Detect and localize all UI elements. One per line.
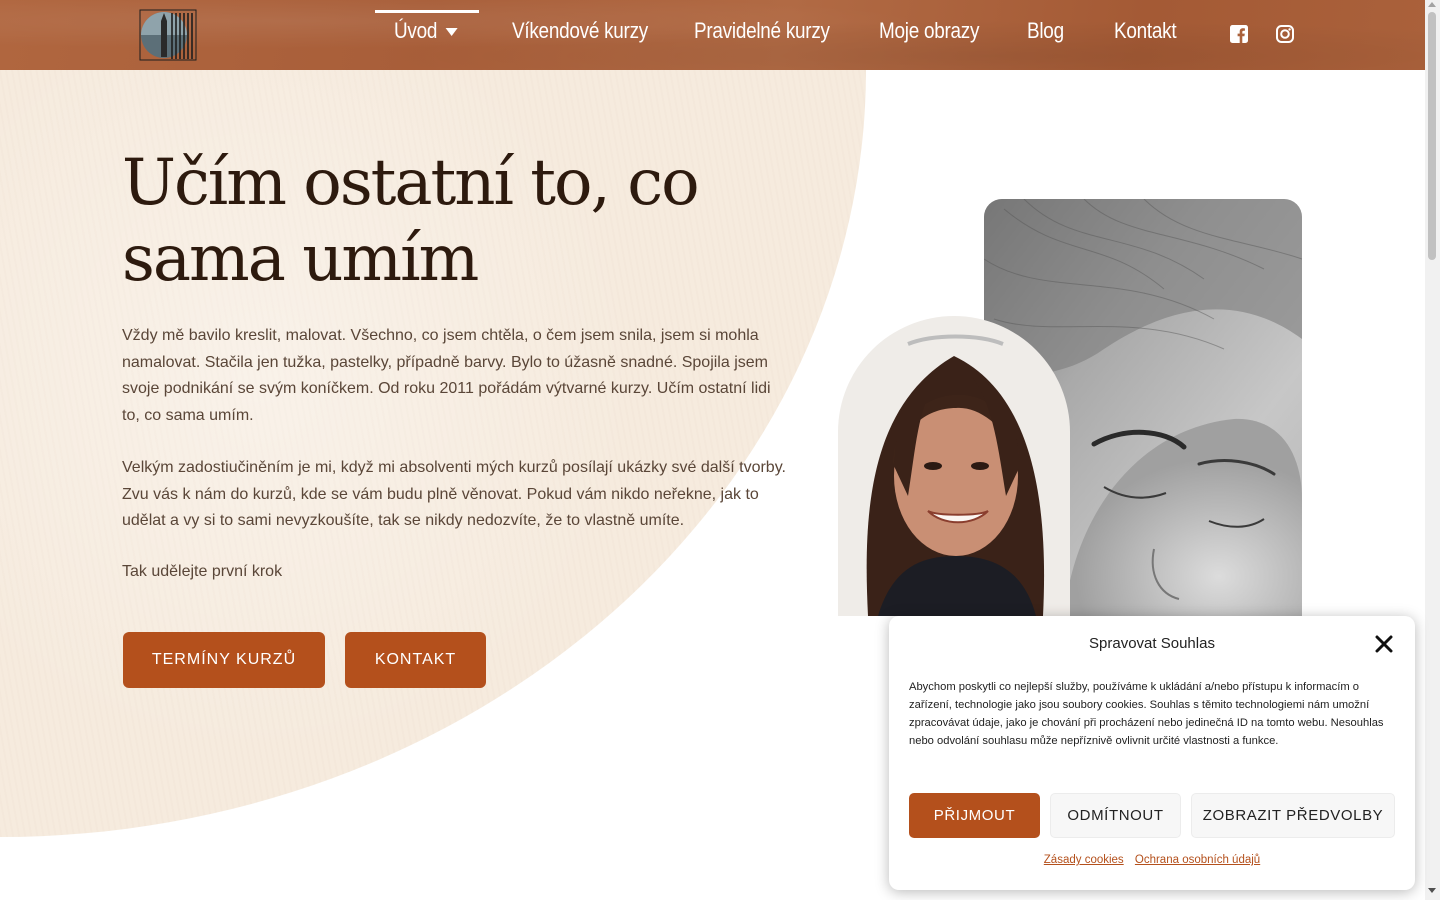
cookie-links: Zásady cookies Ochrana osobních údajů (889, 854, 1415, 866)
close-icon[interactable] (1375, 635, 1393, 653)
cookie-consent-dialog: Spravovat Souhlas Abychom poskytli co ne… (889, 616, 1415, 890)
nav-item-kontakt[interactable]: Kontakt (1114, 18, 1177, 52)
nav-item-blog[interactable]: Blog (1027, 18, 1064, 52)
scroll-down-icon[interactable] (1428, 888, 1436, 893)
chevron-down-icon[interactable] (445, 28, 458, 37)
course-dates-button[interactable]: TERMÍNY KURZŮ (123, 632, 325, 688)
instagram-icon[interactable] (1276, 25, 1294, 43)
contact-button[interactable]: KONTAKT (345, 632, 486, 688)
cookie-decline-button[interactable]: ODMÍTNOUT (1050, 793, 1181, 838)
scrollbar-thumb[interactable] (1428, 12, 1436, 260)
nav-item-label: Úvod (394, 18, 438, 43)
nav-item-vikendove-kurzy[interactable]: Víkendové kurzy (512, 18, 648, 52)
scroll-up-icon[interactable] (1428, 2, 1436, 7)
cookie-dialog-text: Abychom poskytli co nejlepší služby, pou… (909, 681, 1384, 747)
hero-paragraph-3: Tak udělejte první krok (122, 563, 283, 580)
portrait-photo (838, 316, 1070, 616)
site-header: Úvod Víkendové kurzy Pravidelné kurzy Mo… (0, 0, 1425, 70)
nav-item-pravidelne-kurzy[interactable]: Pravidelné kurzy (694, 18, 830, 52)
cookie-preferences-button[interactable]: ZOBRAZIT PŘEDVOLBY (1191, 793, 1395, 838)
nav-item-moje-obrazy[interactable]: Moje obrazy (879, 18, 979, 52)
cookie-policy-link[interactable]: Zásady cookies (1044, 854, 1124, 866)
site-logo[interactable] (138, 9, 198, 61)
cookie-accept-button[interactable]: PŘIJMOUT (909, 793, 1040, 838)
nav-active-indicator (375, 10, 479, 13)
facebook-icon[interactable] (1230, 25, 1248, 43)
privacy-policy-link[interactable]: Ochrana osobních údajů (1135, 854, 1260, 866)
nav-item-uvod[interactable]: Úvod (394, 18, 458, 52)
hero-title: Učím ostatní to, co sama umím (122, 146, 700, 296)
hero-paragraph-1: Vždy mě bavilo kreslit, malovat. Všechno… (122, 327, 771, 424)
cookie-dialog-title: Spravovat Souhlas (1089, 635, 1215, 652)
hero-paragraph-2: Velkým zadostiučiněním je mi, když mi ab… (122, 459, 786, 529)
